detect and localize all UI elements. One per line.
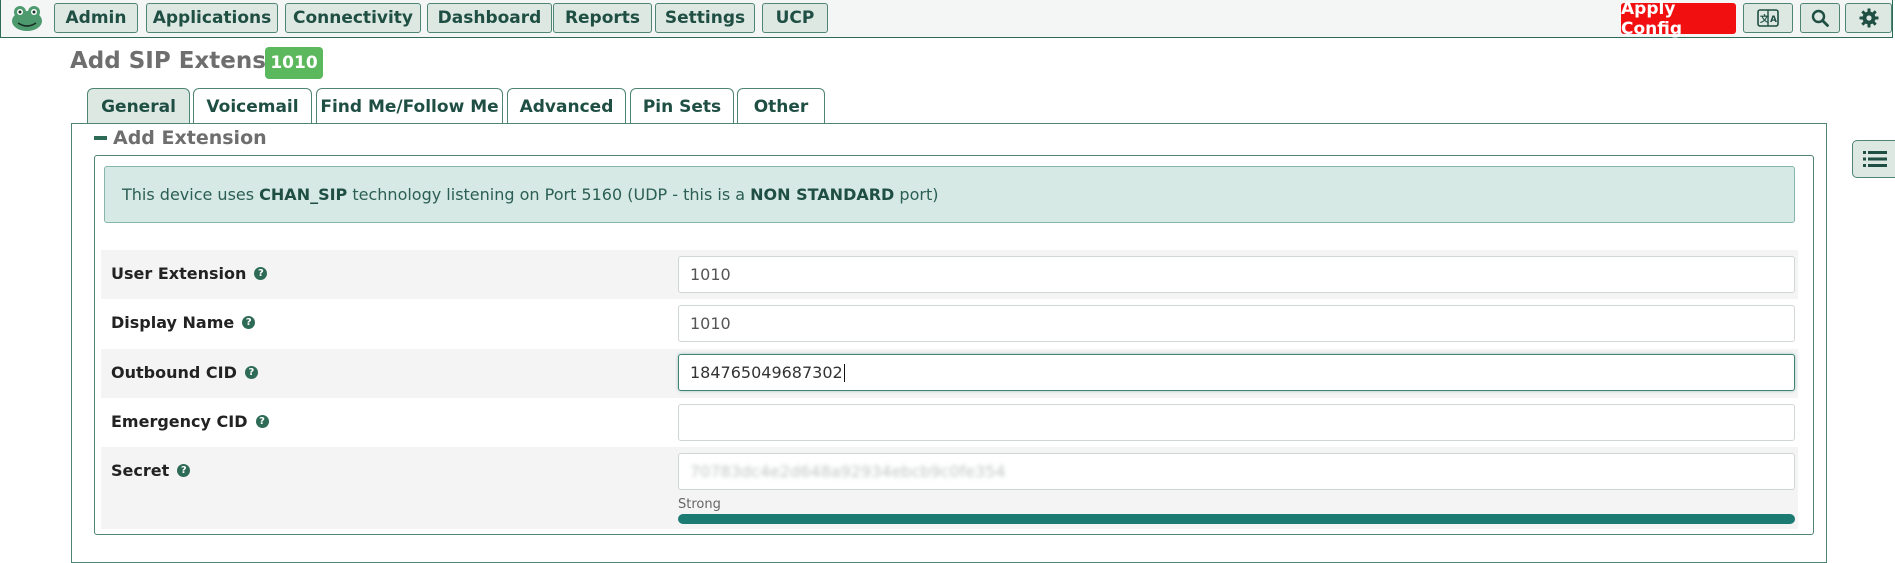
- question-circle-icon[interactable]: ?: [255, 415, 269, 428]
- nav-admin[interactable]: Admin: [54, 3, 138, 33]
- user-extension-input[interactable]: 1010: [678, 256, 1795, 293]
- question-circle-icon[interactable]: ?: [242, 316, 256, 329]
- apply-config-button[interactable]: Apply Config: [1621, 0, 1736, 39]
- user-extension-label: User Extension: [111, 264, 247, 283]
- question-circle-icon[interactable]: ?: [177, 464, 191, 477]
- tab-voicemail[interactable]: Voicemail: [193, 88, 312, 124]
- section-toggle-add-extension[interactable]: Add Extension: [94, 127, 267, 149]
- alert-middle: technology listening on Port 5160 (UDP -…: [347, 185, 751, 204]
- secret-label: Secret: [111, 461, 170, 480]
- tab-general[interactable]: General: [87, 88, 190, 125]
- svg-text:A: A: [1770, 15, 1777, 25]
- question-circle-icon[interactable]: ?: [254, 267, 268, 280]
- password-strength-bar: [678, 514, 1795, 524]
- tab-find-me-follow-me[interactable]: Find Me/Follow Me: [316, 88, 503, 124]
- frog-logo-icon[interactable]: [10, 4, 44, 32]
- display-name-input[interactable]: 1010: [678, 305, 1795, 342]
- collapse-icon: [94, 136, 107, 140]
- search-icon: [1811, 9, 1829, 27]
- nav-applications[interactable]: Applications: [146, 3, 278, 33]
- alert-emphasis: NON STANDARD: [750, 185, 895, 204]
- search-button[interactable]: [1800, 3, 1840, 33]
- nav-reports[interactable]: Reports: [553, 3, 652, 33]
- outbound-cid-input[interactable]: 184765049687302: [678, 354, 1795, 391]
- nav-connectivity[interactable]: Connectivity: [285, 3, 421, 33]
- secret-input[interactable]: 70783dc4e2d648a92934ebcb9c0fe354: [678, 453, 1795, 490]
- question-circle-icon[interactable]: ?: [244, 366, 258, 379]
- alert-prefix: This device uses: [122, 185, 260, 204]
- nav-settings[interactable]: Settings: [655, 3, 755, 33]
- language-icon: 文 A: [1757, 9, 1779, 27]
- display-name-label: Display Name: [111, 313, 235, 332]
- emergency-cid-label: Emergency CID: [111, 412, 248, 431]
- alert-tech: CHAN_SIP: [259, 185, 348, 204]
- tab-other[interactable]: Other: [737, 88, 825, 124]
- outbound-cid-value: 184765049687302: [690, 363, 843, 382]
- settings-button[interactable]: [1845, 3, 1892, 33]
- extension-badge: 1010: [265, 47, 323, 79]
- sidebar-toggle-button[interactable]: [1852, 140, 1895, 178]
- tab-pin-sets[interactable]: Pin Sets: [630, 88, 734, 124]
- svg-text:文: 文: [1759, 13, 1770, 25]
- emergency-cid-input[interactable]: [678, 404, 1795, 441]
- tab-advanced[interactable]: Advanced: [507, 88, 626, 124]
- nav-dashboard[interactable]: Dashboard: [427, 3, 552, 33]
- outbound-cid-label: Outbound CID: [111, 363, 237, 382]
- top-nav-bar: [0, 0, 1893, 38]
- list-icon: [1863, 151, 1887, 167]
- section-title: Add Extension: [113, 127, 267, 149]
- nav-ucp[interactable]: UCP: [762, 3, 828, 33]
- device-info-alert: This device uses CHAN_SIP technology lis…: [104, 166, 1795, 223]
- text-caret: [843, 363, 845, 382]
- alert-suffix: port): [894, 185, 939, 204]
- gear-icon: [1859, 8, 1878, 28]
- language-button[interactable]: 文 A: [1743, 3, 1793, 33]
- password-strength-label: Strong: [678, 497, 721, 512]
- secret-value: 70783dc4e2d648a92934ebcb9c0fe354: [690, 462, 1006, 481]
